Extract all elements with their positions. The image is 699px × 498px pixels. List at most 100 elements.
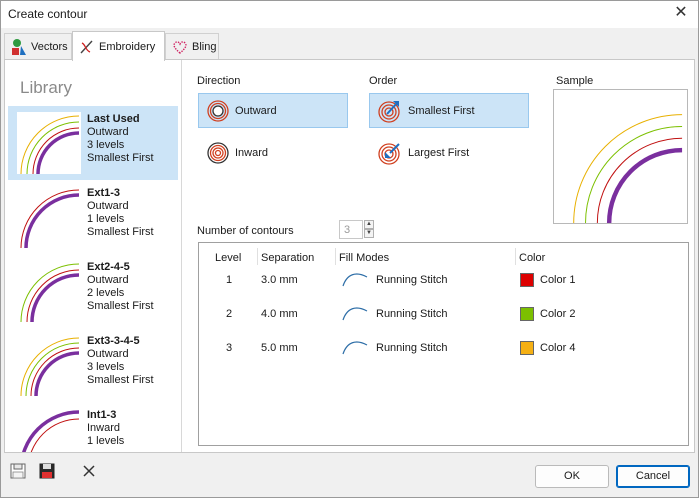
cancel-button[interactable]: Cancel (616, 465, 690, 488)
row-level: 2 (226, 308, 233, 320)
tab-embroidery-label: Embroidery (99, 40, 156, 53)
order-label: Order (369, 75, 398, 87)
row-fill-mode: Running Stitch (376, 342, 448, 354)
close-icon[interactable]: ✕ (672, 4, 690, 22)
tab-bling-label: Bling (192, 41, 217, 53)
library-item[interactable]: Last Used Outward 3 levels Smallest Firs… (8, 106, 178, 180)
delete-icon[interactable] (81, 463, 97, 479)
library-title: Library (20, 78, 72, 97)
sample-label: Sample (556, 75, 594, 87)
outward-label: Outward (235, 104, 277, 117)
library-item-order: Smallest First (87, 300, 154, 312)
ok-button[interactable]: OK (535, 465, 609, 488)
title-bar: Create contour ✕ (1, 1, 698, 28)
sample-preview (553, 89, 688, 224)
library-item-direction: Inward (87, 422, 121, 434)
column-separator (515, 248, 516, 265)
tab-vectors[interactable]: Vectors (4, 33, 72, 60)
col-separation: Separation (261, 252, 315, 264)
smallest-first-icon (378, 100, 400, 123)
library-item-order: Smallest First (87, 374, 154, 386)
col-fill-modes: Fill Modes (339, 252, 390, 264)
largest-first-icon (378, 142, 400, 165)
row-fill-mode: Running Stitch (376, 308, 448, 320)
save-as-icon[interactable] (39, 463, 55, 479)
column-separator (257, 248, 258, 265)
largest-first-button[interactable]: Largest First (369, 135, 529, 170)
running-stitch-icon (342, 307, 368, 321)
tab-vectors-label: Vectors (31, 41, 68, 53)
library-item-name: Last Used (87, 113, 140, 125)
bling-heart-icon (173, 41, 187, 54)
library-item-levels: 2 levels (87, 287, 125, 299)
row-fill-mode: Running Stitch (376, 274, 448, 286)
library-item-direction: Outward (87, 200, 129, 212)
library-item-levels: 1 levels (87, 213, 125, 225)
color-swatch (520, 307, 534, 321)
color-swatch (520, 273, 534, 287)
smallest-first-label: Smallest First (408, 104, 475, 117)
library-item-name: Ext3-3-4-5 (87, 335, 140, 347)
library-thumbnail (17, 186, 81, 248)
library-item-levels: 3 levels (87, 361, 125, 373)
create-contour-dialog: Create contour ✕ Vectors Embroidery Blin… (0, 0, 699, 498)
table-row[interactable]: 3 5.0 mm Running Stitch Color 4 (199, 339, 688, 359)
row-color: Color 4 (540, 342, 576, 354)
library-thumbnail (17, 408, 81, 452)
library-item[interactable]: Ext3-3-4-5 Outward 3 levels Smallest Fir… (8, 328, 178, 402)
spin-down-icon[interactable]: ▼ (364, 229, 374, 238)
contours-label: Number of contours (197, 225, 294, 237)
contours-value[interactable]: 3 (339, 220, 363, 239)
running-stitch-icon (342, 273, 368, 287)
library-item-levels: 3 levels (87, 139, 125, 151)
inward-button[interactable]: Inward (198, 135, 348, 170)
contour-levels-table: Level Separation Fill Modes Color 1 3.0 … (198, 242, 689, 446)
column-separator (335, 248, 336, 265)
library-item-direction: Outward (87, 126, 129, 138)
row-level: 1 (226, 274, 233, 286)
smallest-first-button[interactable]: Smallest First (369, 93, 529, 128)
save-icon[interactable] (10, 463, 26, 479)
running-stitch-icon (342, 341, 368, 355)
library-item[interactable]: Int1-3 Inward 1 levels (8, 402, 178, 452)
outward-button[interactable]: Outward (198, 93, 348, 128)
needle-icon (80, 40, 93, 53)
contours-spinner[interactable]: 3 ▲ ▼ (339, 220, 375, 239)
tab-bling[interactable]: Bling (165, 33, 219, 60)
inward-icon (207, 141, 229, 164)
table-row[interactable]: 2 4.0 mm Running Stitch Color 2 (199, 305, 688, 325)
col-level: Level (215, 252, 242, 264)
library-item-order: Smallest First (87, 152, 154, 164)
largest-first-label: Largest First (408, 146, 470, 159)
table-row[interactable]: 1 3.0 mm Running Stitch Color 1 (199, 271, 688, 291)
library-item-levels: 1 levels (87, 435, 125, 447)
window-title: Create contour (8, 7, 88, 21)
library-item-direction: Outward (87, 274, 129, 286)
outward-icon (207, 99, 229, 122)
library-panel: Library Last Used Outward 3 levels Small… (8, 64, 180, 452)
library-thumbnail (17, 260, 81, 322)
bottom-bar: OK Cancel (1, 457, 698, 497)
library-thumbnail (17, 112, 81, 174)
tab-content-panel: Library Last Used Outward 3 levels Small… (4, 59, 695, 453)
row-color: Color 2 (540, 308, 576, 320)
library-item-name: Int1-3 (87, 409, 117, 421)
tab-embroidery[interactable]: Embroidery (72, 31, 165, 61)
library-item[interactable]: Ext1-3 Outward 1 levels Smallest First (8, 180, 178, 254)
library-item[interactable]: Ext2-4-5 Outward 2 levels Smallest First (8, 254, 178, 328)
color-swatch (520, 341, 534, 355)
inward-label: Inward (235, 146, 269, 159)
settings-panel: Direction Outward Inward Order Smallest … (189, 60, 694, 452)
spin-up-icon[interactable]: ▲ (364, 220, 374, 229)
row-separation: 4.0 mm (261, 308, 298, 320)
row-separation: 3.0 mm (261, 274, 298, 286)
library-item-name: Ext2-4-5 (87, 261, 130, 273)
library-item-direction: Outward (87, 348, 129, 360)
library-item-order: Smallest First (87, 226, 154, 238)
row-level: 3 (226, 342, 233, 354)
vectors-icon (12, 39, 26, 55)
row-color: Color 1 (540, 274, 576, 286)
row-separation: 5.0 mm (261, 342, 298, 354)
library-divider (181, 60, 182, 452)
direction-label: Direction (197, 75, 241, 87)
